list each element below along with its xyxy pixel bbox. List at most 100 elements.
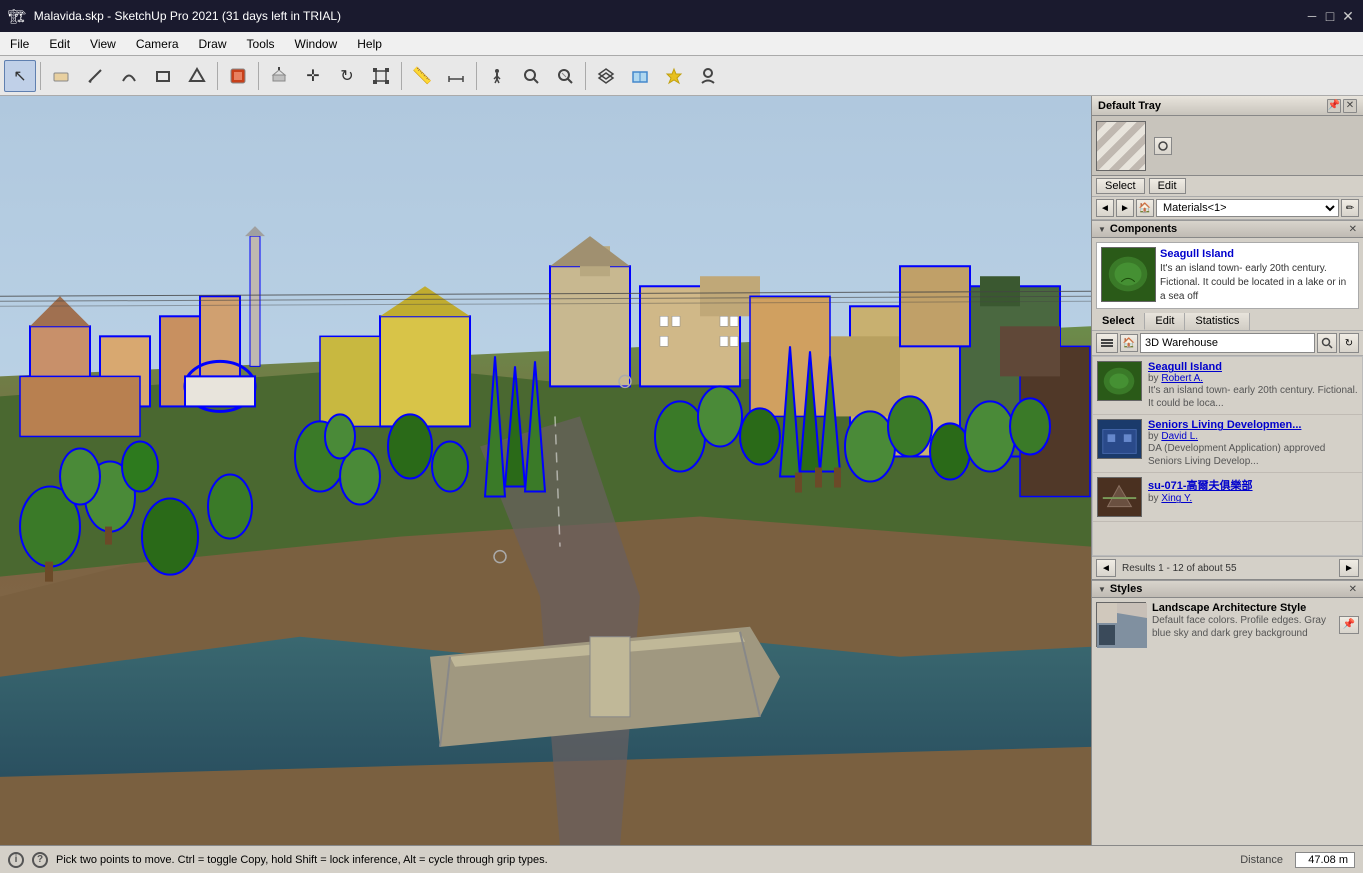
styles-section: ▼ Styles ✕ Landscape Architecture Style …: [1092, 579, 1363, 651]
search-button[interactable]: [1317, 333, 1337, 353]
result-thumb-su071: [1097, 477, 1142, 517]
materials-dropdown-row: ◄ ► 🏠 Materials<1> ✏: [1092, 197, 1363, 220]
close-button[interactable]: ✕: [1341, 9, 1355, 23]
minimize-button[interactable]: ─: [1305, 9, 1319, 23]
toolbar-sep-4: [401, 62, 402, 90]
component-title: Seagull Island: [1160, 247, 1354, 262]
material-eyedropper[interactable]: [1154, 137, 1172, 155]
status-hint-text: Pick two points to move. Ctrl = toggle C…: [56, 854, 1232, 866]
style-item: Landscape Architecture Style Default fac…: [1092, 598, 1363, 651]
menu-tools[interactable]: Tools: [237, 35, 285, 53]
menu-help[interactable]: Help: [347, 35, 392, 53]
zoom-window-tool[interactable]: [549, 60, 581, 92]
components-section-header[interactable]: ▼ Components ✕: [1092, 220, 1363, 238]
tape-tool[interactable]: 📏: [406, 60, 438, 92]
status-info-icon[interactable]: i: [8, 852, 24, 868]
components-arrow-icon: ▼: [1098, 225, 1106, 234]
components-search-input[interactable]: [1140, 333, 1315, 353]
result-author-seniors[interactable]: David L.: [1161, 431, 1198, 442]
zoom-tool[interactable]: [515, 60, 547, 92]
eraser-tool[interactable]: [45, 60, 77, 92]
components-results-list[interactable]: Seagull Island by Robert A. It's an isla…: [1092, 356, 1363, 556]
materials-back-button[interactable]: ◄: [1096, 199, 1114, 217]
toolbar-sep-3: [258, 62, 259, 90]
menu-file[interactable]: File: [0, 35, 39, 53]
shape-tool[interactable]: [181, 60, 213, 92]
components-statistics-tab[interactable]: Statistics: [1185, 313, 1250, 330]
style-info: Landscape Architecture Style Default fac…: [1152, 602, 1333, 647]
result-title-su071[interactable]: su-071-高爾夫俱樂部: [1148, 477, 1358, 493]
toolbar-sep-6: [585, 62, 586, 90]
result-thumb-seniors: [1097, 419, 1142, 459]
section-tool[interactable]: [624, 60, 656, 92]
style-description: Default face colors. Profile edges. Gray…: [1152, 614, 1333, 640]
menu-view[interactable]: View: [80, 35, 126, 53]
result-title-seniors[interactable]: Seniors Living Developmen...: [1148, 419, 1358, 431]
result-author-line-su071: by Xing Y.: [1148, 493, 1358, 504]
menu-window[interactable]: Window: [285, 35, 348, 53]
materials-forward-button[interactable]: ►: [1116, 199, 1134, 217]
components-section-title: Components: [1110, 223, 1349, 235]
search-type-button[interactable]: [1096, 333, 1118, 353]
materials-select-edit-row: Select Edit: [1092, 176, 1363, 197]
result-item-seagull-island[interactable]: Seagull Island by Robert A. It's an isla…: [1093, 357, 1362, 415]
menu-camera[interactable]: Camera: [126, 35, 189, 53]
profile-tool[interactable]: [692, 60, 724, 92]
materials-home-button[interactable]: 🏠: [1136, 199, 1154, 217]
components-section-close[interactable]: ✕: [1349, 224, 1357, 235]
materials-dropdown[interactable]: Materials<1>: [1156, 199, 1339, 217]
tray-pin-button[interactable]: 📌: [1327, 99, 1341, 113]
move-tool[interactable]: ✛: [297, 60, 329, 92]
shadow-tool[interactable]: [658, 60, 690, 92]
info-letter: i: [15, 854, 18, 865]
window-controls[interactable]: ─ □ ✕: [1305, 9, 1355, 23]
select-tool[interactable]: ↖: [4, 60, 36, 92]
status-hint-icon[interactable]: ?: [32, 852, 48, 868]
walk-tool[interactable]: [481, 60, 513, 92]
material-swatch[interactable]: [1096, 121, 1146, 171]
app-icon: 🏗: [8, 8, 26, 25]
pushrpull-tool[interactable]: [263, 60, 295, 92]
scale-tool[interactable]: [365, 60, 397, 92]
materials-pencil-button[interactable]: ✏: [1341, 199, 1359, 217]
result-title-seagull[interactable]: Seagull Island: [1148, 361, 1358, 373]
component-thumbnail: [1101, 247, 1156, 302]
toolbar-sep-5: [476, 62, 477, 90]
search-home-button[interactable]: 🏠: [1120, 334, 1138, 352]
pencil-tool[interactable]: [79, 60, 111, 92]
result-info-seniors: Seniors Living Developmen... by David L.…: [1148, 419, 1358, 468]
viewport[interactable]: [0, 96, 1091, 845]
components-select-tab[interactable]: Select: [1092, 313, 1145, 330]
rectangle-tool[interactable]: [147, 60, 179, 92]
paint-tool[interactable]: [222, 60, 254, 92]
styles-section-close[interactable]: ✕: [1349, 584, 1357, 595]
materials-edit-button[interactable]: Edit: [1149, 178, 1186, 194]
layers-tool[interactable]: [590, 60, 622, 92]
toolbar-sep-2: [217, 62, 218, 90]
menu-edit[interactable]: Edit: [39, 35, 80, 53]
components-search-row: 🏠 ↻: [1092, 331, 1363, 356]
result-author-su071[interactable]: Xing Y.: [1161, 493, 1192, 504]
styles-section-title: Styles: [1110, 583, 1349, 595]
style-controls: 📌: [1339, 602, 1359, 647]
dimension-tool[interactable]: [440, 60, 472, 92]
arc-tool[interactable]: [113, 60, 145, 92]
materials-select-button[interactable]: Select: [1096, 178, 1145, 194]
style-pin-button[interactable]: 📌: [1339, 616, 1359, 634]
results-next-button[interactable]: ►: [1339, 559, 1359, 577]
results-prev-button[interactable]: ◄: [1096, 559, 1116, 577]
distance-value[interactable]: 47.08 m: [1295, 852, 1355, 868]
tray-close-button[interactable]: ✕: [1343, 99, 1357, 113]
main-area: Default Tray 📌 ✕ Select Edit: [0, 96, 1363, 845]
result-item-seniors[interactable]: Seniors Living Developmen... by David L.…: [1093, 415, 1362, 473]
by-prefix-su071: by: [1148, 493, 1161, 504]
rotate-tool[interactable]: ↻: [331, 60, 363, 92]
components-edit-tab[interactable]: Edit: [1145, 313, 1185, 330]
maximize-button[interactable]: □: [1323, 9, 1337, 23]
styles-section-header[interactable]: ▼ Styles ✕: [1092, 580, 1363, 598]
result-author-seagull[interactable]: Robert A.: [1161, 373, 1203, 384]
result-item-su071[interactable]: su-071-高爾夫俱樂部 by Xing Y.: [1093, 473, 1362, 522]
menu-draw[interactable]: Draw: [189, 35, 237, 53]
search-refresh-button[interactable]: ↻: [1339, 333, 1359, 353]
component-tabs: Select Edit Statistics: [1092, 313, 1363, 331]
